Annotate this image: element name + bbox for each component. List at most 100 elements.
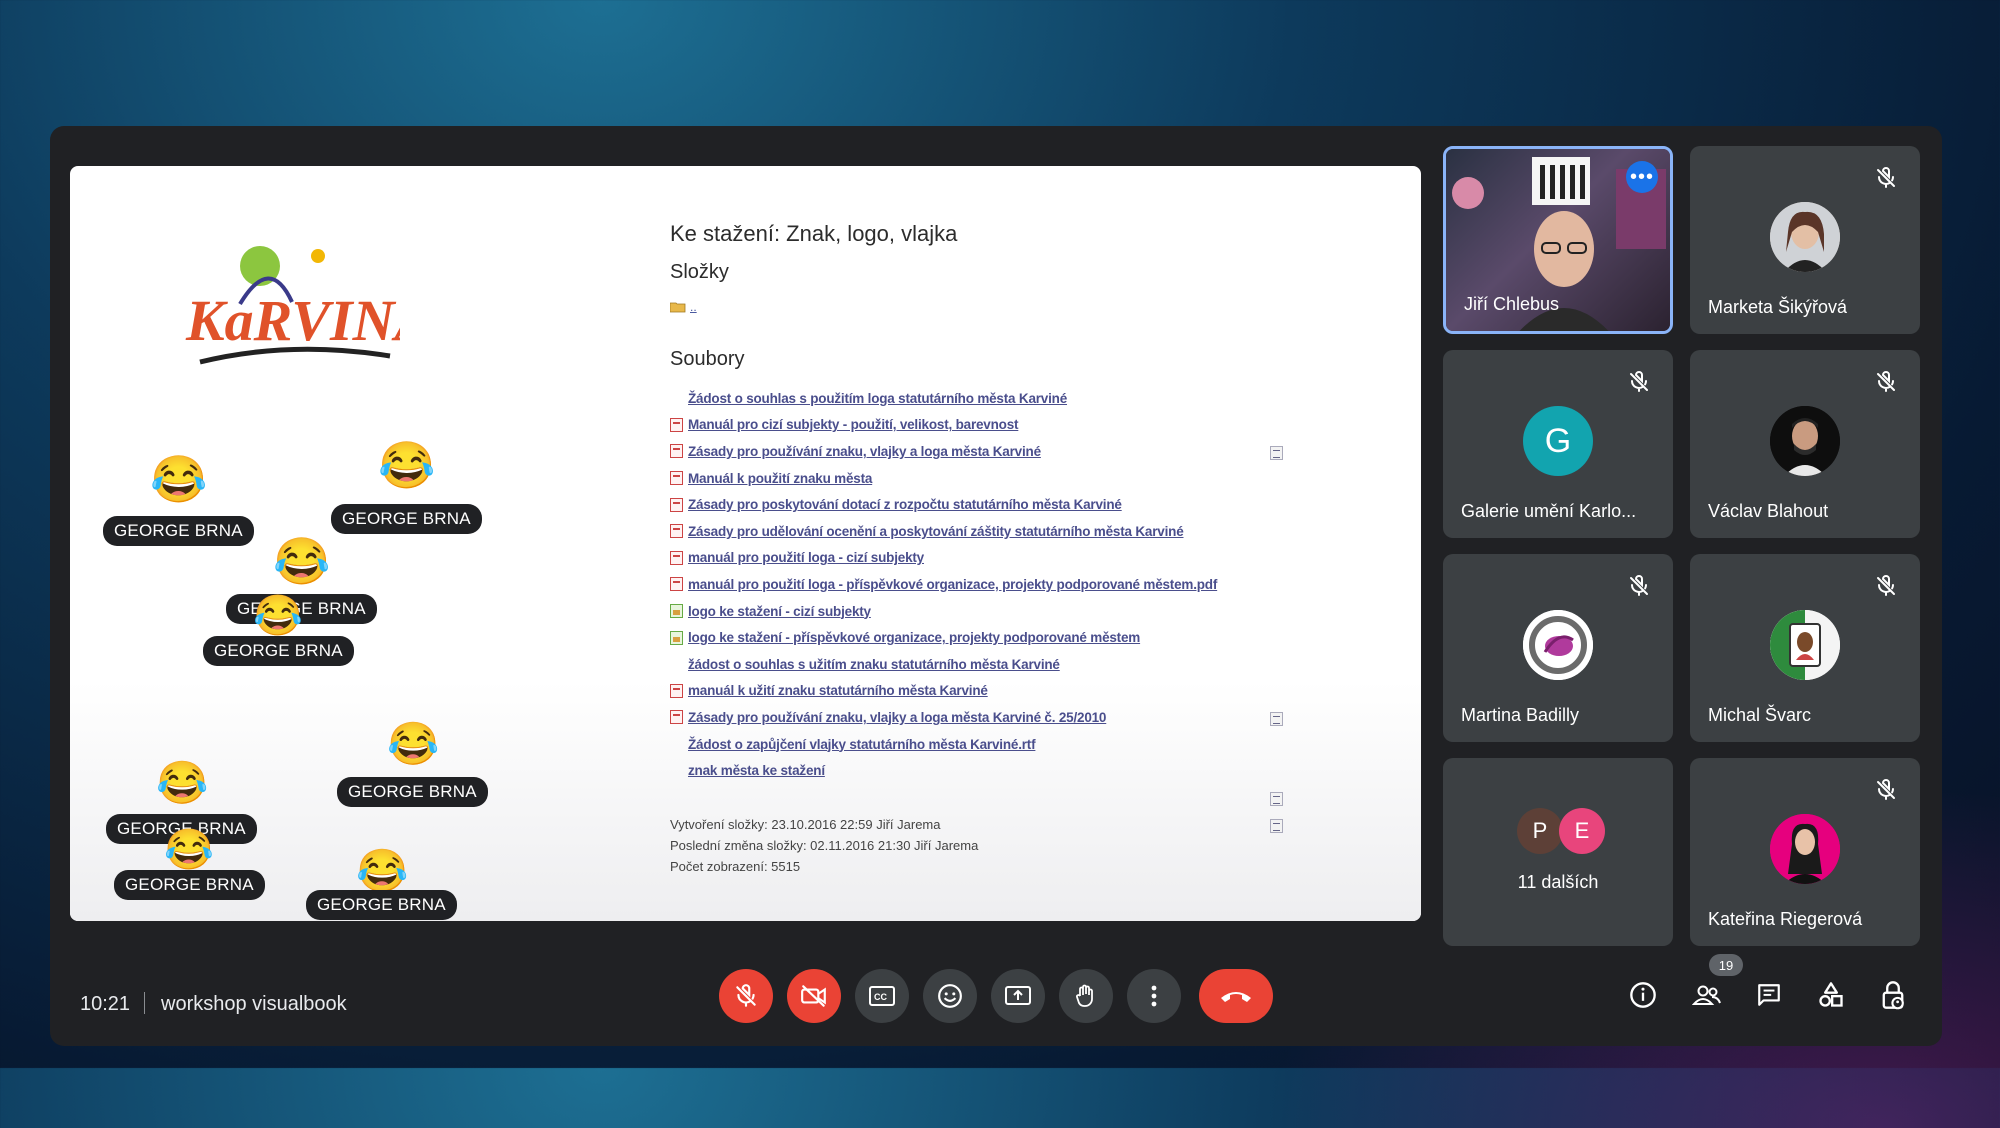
reaction-name: GEORGE BRNA [103, 516, 254, 546]
svg-text:CC: CC [874, 992, 887, 1002]
info-icon [1630, 982, 1656, 1008]
file-link[interactable]: Zásady pro používání znaku, vlajky a log… [688, 444, 1041, 459]
image-file-icon [670, 630, 683, 645]
file-link[interactable]: Manuál pro cizí subjekty - použití, veli… [688, 417, 1019, 432]
meeting-time: 10:21 [80, 993, 131, 1015]
participant-name: Martina Badilly [1461, 705, 1580, 725]
karvina-logo: KaRVINÁ [185, 246, 400, 365]
file-item: Zásady pro udělování ocenění a poskytová… [670, 518, 1390, 545]
participant-name: Marketa Šikýřová [1708, 297, 1848, 317]
present-button[interactable] [991, 969, 1045, 1023]
file-link[interactable]: Žádost o souhlas s použitím loga statutá… [688, 391, 1067, 406]
more-options-button[interactable] [1127, 969, 1181, 1023]
file-link[interactable]: znak města ke stažení [688, 763, 825, 778]
file-item: logo ke stažení - příspěvkové organizace… [670, 624, 1390, 651]
camera-toggle-button[interactable] [787, 969, 841, 1023]
participant-name: Galerie umění Karlo... [1461, 501, 1637, 521]
file-link[interactable]: Manuál k použití znaku města [688, 471, 872, 486]
file-list: Žádost o souhlas s použitím loga statutá… [670, 385, 1390, 833]
participant-name: Václav Blahout [1708, 501, 1829, 521]
participant-count-badge: 19 [1709, 954, 1743, 976]
pdf-file-icon [670, 417, 683, 432]
participant-tile-michal[interactable]: Michal Švarc [1690, 554, 1920, 742]
parent-folder-label: .. [690, 300, 697, 314]
file-item: manuál pro použití loga - cizí subjekty [670, 545, 1390, 572]
reaction-emoji: 😂 [253, 594, 303, 638]
reaction-emoji: 😂 [356, 847, 409, 894]
participant-tile-marketa[interactable]: Marketa Šikýřová [1690, 146, 1920, 334]
file-link[interactable]: manuál k užití znaku statutárního města … [688, 683, 988, 698]
file-link[interactable]: Zásady pro udělování ocenění a poskytová… [688, 524, 1184, 539]
avatar [1770, 610, 1840, 680]
file-link[interactable]: Zásady pro poskytování dotací z rozpočtu… [688, 497, 1122, 512]
file-link[interactable]: Žádost o zapůjčení vlajky statutárního m… [688, 737, 1036, 752]
avatar-photo [1770, 814, 1840, 884]
mic-off-icon [736, 984, 756, 1007]
participant-tile-jiri-chlebus[interactable]: ••• Jiří Chlebus [1443, 146, 1673, 334]
mic-toggle-button[interactable] [719, 969, 773, 1023]
files-heading: Soubory [670, 348, 745, 370]
file-item: žádost o souhlas s užitím znaku statutár… [670, 651, 1390, 727]
others-avatar-2: E [1559, 808, 1605, 854]
captions-button[interactable]: CC [855, 969, 909, 1023]
hand-icon [1076, 984, 1093, 1007]
parent-folder-link[interactable]: .. [670, 300, 1390, 314]
mic-off-icon [1630, 575, 1648, 596]
avatar [1523, 610, 1593, 680]
file-link[interactable]: Zásady pro používání znaku, vlajky a log… [688, 710, 1106, 725]
reaction-emoji: 😂 [387, 720, 440, 767]
avatar-photo [1523, 610, 1593, 680]
pdf-file-icon [670, 471, 683, 486]
reactions-button[interactable] [923, 969, 977, 1023]
others-count-label: 11 dalších [1517, 872, 1599, 892]
file-link[interactable]: žádost o souhlas s užitím znaku statutár… [688, 657, 1060, 672]
avatar-photo [1770, 406, 1840, 476]
participant-tile-others[interactable]: P E 11 dalších [1443, 758, 1673, 946]
pdf-file-icon [670, 497, 683, 512]
file-item: znak města ke stažení [670, 757, 1390, 833]
more-options-button[interactable]: ••• [1626, 161, 1658, 193]
file-link[interactable]: logo ke stažení - cizí subjekty [688, 604, 871, 619]
participant-tile-martina[interactable]: Martina Badilly [1443, 554, 1673, 742]
avatar [1770, 814, 1840, 884]
participant-tile-galerie[interactable]: G Galerie umění Karlo... [1443, 350, 1673, 538]
document-file-icon [1270, 792, 1283, 807]
camera-off-icon [801, 985, 826, 1007]
chat-button[interactable] [1752, 978, 1786, 1012]
file-link[interactable]: manuál pro použití loga - příspěvkové or… [688, 577, 1217, 592]
file-link[interactable]: logo ke stažení - příspěvkové organizace… [688, 630, 1140, 645]
pdf-file-icon [670, 524, 683, 539]
reaction-name: GEORGE BRNA [203, 636, 354, 666]
pdf-file-icon [670, 577, 683, 592]
file-link[interactable]: manuál pro použití loga - cizí subjekty [688, 550, 924, 565]
leave-call-button[interactable] [1199, 969, 1273, 1023]
participant-tile-vaclav[interactable]: Václav Blahout [1690, 350, 1920, 538]
file-item: manuál pro použití loga - příspěvkové or… [670, 571, 1390, 598]
image-file-icon [670, 604, 683, 619]
file-item: Zásady pro poskytování dotací z rozpočtu… [670, 491, 1390, 518]
pdf-file-icon [670, 710, 683, 725]
activities-button[interactable] [1814, 978, 1848, 1012]
hang-up-icon [1221, 992, 1251, 1002]
meeting-details-button[interactable] [1626, 978, 1660, 1012]
reaction-emoji: 😂 [156, 759, 209, 806]
others-avatar-1: P [1517, 808, 1563, 854]
file-item: Žádost o zapůjčení vlajky statutárního m… [670, 731, 1390, 807]
avatar-photo [1770, 610, 1840, 680]
mic-off-icon [1877, 371, 1895, 392]
reaction-name: GEORGE BRNA [114, 870, 265, 900]
file-listing: Ke stažení: Znak, logo, vlajka Složky ..… [670, 221, 1390, 877]
host-controls-button[interactable] [1876, 978, 1910, 1012]
avatar-letter: G [1523, 406, 1593, 476]
participant-name: Jiří Chlebus [1464, 294, 1560, 314]
meet-window: KaRVINÁ Ke stažení: Znak, logo, vlajka S… [50, 126, 1942, 1046]
file-item: Žádost o souhlas s použitím loga statutá… [670, 385, 1390, 461]
raise-hand-button[interactable] [1059, 969, 1113, 1023]
participant-tile-katerina[interactable]: Kateřina Riegerová [1690, 758, 1920, 946]
pdf-file-icon [670, 683, 683, 698]
activities-icon [1819, 982, 1843, 1007]
file-item: manuál k užití znaku statutárního města … [670, 678, 1390, 705]
people-button[interactable] [1690, 978, 1724, 1012]
time-separator [144, 992, 145, 1014]
reaction-name: GEORGE BRNA [306, 890, 457, 920]
